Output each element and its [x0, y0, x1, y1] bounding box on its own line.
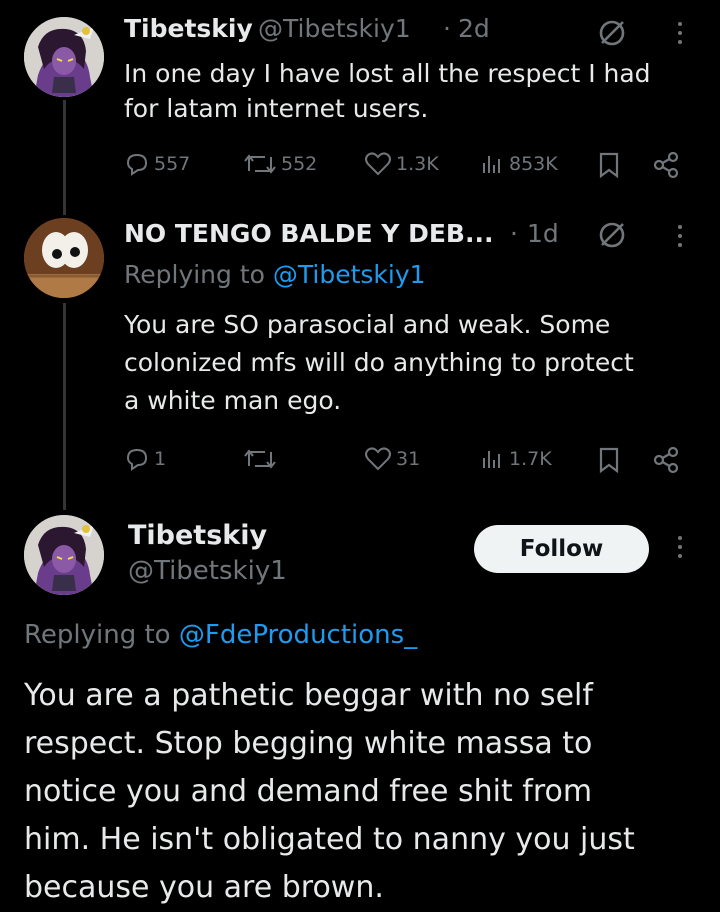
- avatar[interactable]: [24, 17, 104, 97]
- replying-to: Replying to @Tibetskiy1: [124, 260, 426, 289]
- avatar[interactable]: [24, 515, 104, 595]
- tweet-text-line: You are a pathetic beggar with no self: [24, 678, 593, 713]
- repost-button[interactable]: [243, 446, 277, 472]
- bookmark-icon[interactable]: [597, 151, 621, 179]
- avatar-art-icon: [24, 17, 104, 97]
- more-icon[interactable]: [675, 22, 685, 44]
- tweet-text-line: respect. Stop begging white massa to: [24, 726, 593, 761]
- tweet-text-line: because you are brown.: [24, 870, 384, 905]
- reply-count: 1: [154, 448, 167, 470]
- avatar[interactable]: [24, 218, 104, 298]
- reply-count: 557: [154, 153, 191, 175]
- handle[interactable]: @Tibetskiy1: [258, 14, 411, 43]
- timestamp[interactable]: 2d: [458, 14, 490, 43]
- replying-prefix: Replying to: [124, 260, 265, 289]
- repost-count: 552: [281, 153, 318, 175]
- avatar-art-icon: [24, 218, 104, 298]
- more-icon[interactable]: [675, 225, 685, 247]
- no-entry-icon: [599, 20, 625, 46]
- like-icon: [365, 152, 391, 176]
- replying-prefix: Replying to: [24, 620, 171, 650]
- mention-link[interactable]: @Tibetskiy1: [273, 260, 426, 289]
- mention-link[interactable]: @FdeProductions_: [179, 620, 417, 650]
- like-button[interactable]: 1.3K: [364, 151, 439, 177]
- reply-button[interactable]: 1: [124, 446, 166, 472]
- tweet-text-line: colonized mfs will do anything to protec…: [124, 348, 634, 377]
- tweet-text-line: notice you and demand free shit from: [24, 774, 593, 809]
- handle[interactable]: @Tibetskiy1: [128, 556, 287, 586]
- display-name[interactable]: NO TENGO BALDE Y DEB...: [124, 219, 493, 248]
- tweet-text-line: You are SO parasocial and weak. Some: [124, 310, 611, 339]
- repost-icon: [244, 449, 276, 469]
- follow-button[interactable]: Follow: [474, 525, 649, 573]
- views-count: 853K: [509, 153, 558, 175]
- views-button[interactable]: 853K: [479, 151, 558, 177]
- tweet-text-line: In one day I have lost all the respect I…: [124, 59, 651, 88]
- views-icon: [483, 451, 500, 468]
- reply-icon: [126, 153, 148, 176]
- bookmark-icon[interactable]: [597, 446, 621, 474]
- replying-to: Replying to @FdeProductions_: [24, 620, 417, 650]
- no-entry-icon: [599, 222, 625, 248]
- like-count: 31: [396, 448, 421, 470]
- like-icon: [365, 447, 391, 471]
- separator: ·: [510, 219, 518, 248]
- timestamp[interactable]: 1d: [527, 219, 559, 248]
- separator: ·: [443, 14, 451, 43]
- views-icon: [483, 156, 500, 173]
- display-name[interactable]: Tibetskiy: [128, 520, 267, 551]
- views-count: 1.7K: [509, 448, 552, 470]
- thread-line: [63, 303, 66, 510]
- views-button[interactable]: 1.7K: [479, 446, 552, 472]
- thread-line: [63, 100, 66, 215]
- like-button[interactable]: 31: [364, 446, 420, 472]
- avatar-art-icon: [24, 515, 104, 595]
- reply-button[interactable]: 557: [124, 151, 190, 177]
- tweet-text-line: him. He isn't obligated to nanny you jus…: [24, 822, 635, 857]
- display-name[interactable]: Tibetskiy: [124, 14, 253, 43]
- repost-button[interactable]: 552: [243, 151, 317, 177]
- tweet-text-line: for latam internet users.: [124, 94, 429, 123]
- more-icon[interactable]: [675, 536, 685, 558]
- tweet-text-line: a white man ego.: [124, 386, 342, 415]
- share-icon[interactable]: [651, 150, 681, 180]
- repost-icon: [244, 154, 276, 174]
- like-count: 1.3K: [396, 153, 439, 175]
- share-icon[interactable]: [651, 445, 681, 475]
- reply-icon: [126, 448, 148, 471]
